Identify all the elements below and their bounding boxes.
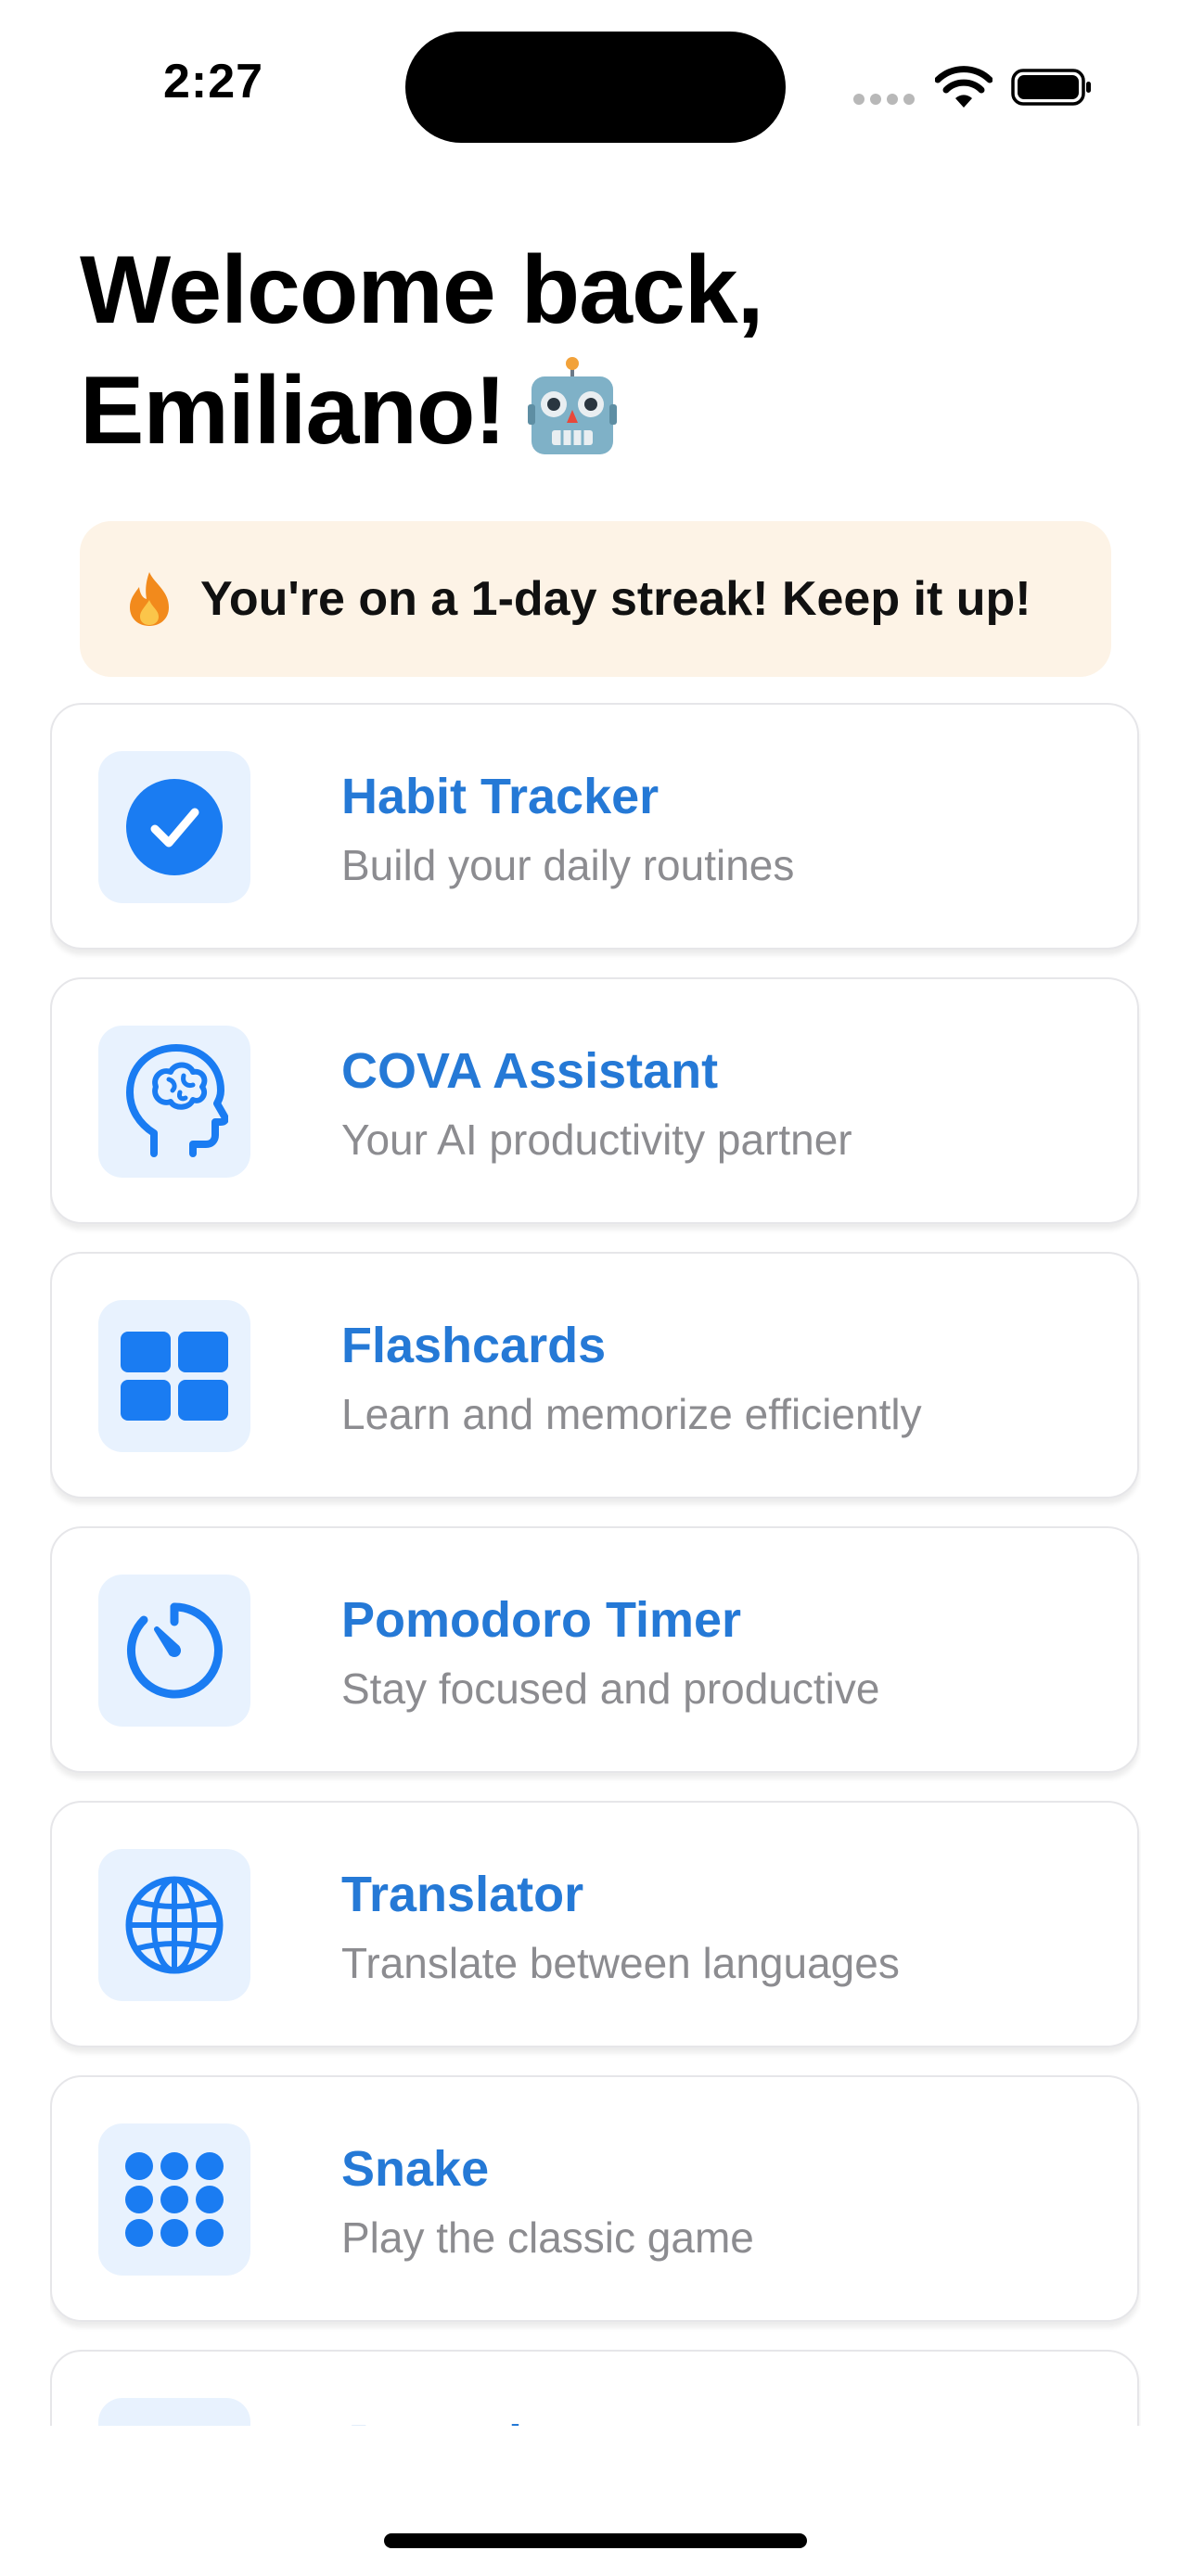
wifi-icon [935, 66, 992, 108]
dynamic-island [405, 32, 786, 143]
globe-icon [125, 1876, 224, 1974]
feature-subtitle: Play the classic game [341, 2213, 754, 2262]
feature-title: Snake [341, 2141, 490, 2197]
feature-icon-tile [98, 2123, 250, 2276]
feature-icon-tile [98, 1575, 250, 1727]
feature-card-pomodoro-timer[interactable]: Pomodoro Timer Stay focused and producti… [50, 1526, 1139, 1773]
feature-subtitle: Your AI productivity partner [341, 1116, 852, 1164]
feature-title: Journal [341, 2415, 522, 2426]
feature-subtitle: Learn and memorize efficiently [341, 1390, 922, 1438]
checkmark-circle-icon [126, 779, 223, 875]
robot-emoji-icon [526, 356, 619, 484]
greeting-line-2: Emiliano! [80, 351, 1100, 484]
greeting-line-1: Welcome back, [80, 236, 764, 344]
feature-subtitle: Translate between languages [341, 1939, 900, 1987]
feature-icon-tile [98, 2398, 250, 2426]
feature-title: Habit Tracker [341, 769, 660, 824]
feature-title: COVA Assistant [341, 1043, 719, 1099]
feature-card-translator[interactable]: Translator Translate between languages [50, 1801, 1139, 2047]
brain-head-icon [126, 1044, 228, 1157]
home-indicator[interactable] [384, 2533, 807, 2548]
feature-icon-tile [98, 751, 250, 903]
feature-card-snake[interactable]: Snake Play the classic game [50, 2075, 1139, 2322]
feature-title: Translator [341, 1867, 584, 1922]
cellular-signal-icon [853, 94, 915, 105]
status-time: 2:27 [163, 55, 264, 108]
feature-subtitle: Build your daily routines [341, 841, 795, 889]
feature-title: Pomodoro Timer [341, 1592, 742, 1648]
streak-text: You're on a 1-day streak! Keep it up! [200, 572, 1031, 626]
feature-card-cova-assistant[interactable]: COVA Assistant Your AI productivity part… [50, 977, 1139, 1224]
flame-icon [130, 572, 169, 626]
feature-subtitle: Stay focused and productive [341, 1664, 880, 1713]
user-name: Emiliano! [80, 357, 506, 465]
feature-list[interactable]: Habit Tracker Build your daily routines … [50, 703, 1141, 2426]
feature-title: Flashcards [341, 1318, 607, 1373]
feature-card-flashcards[interactable]: Flashcards Learn and memorize efficientl… [50, 1252, 1139, 1498]
timer-icon [127, 1602, 223, 1699]
feature-icon-tile [98, 1300, 250, 1452]
feature-icon-tile [98, 1849, 250, 2001]
dots-grid-icon [125, 2152, 224, 2247]
battery-icon [1011, 69, 1091, 106]
streak-banner: You're on a 1-day streak! Keep it up! [80, 521, 1111, 677]
grid-squares-icon [121, 1332, 228, 1421]
page-title: Welcome back, Emiliano! [80, 230, 1100, 484]
feature-icon-tile [98, 1026, 250, 1178]
feature-card-journal[interactable]: Journal [50, 2350, 1139, 2426]
feature-card-habit-tracker[interactable]: Habit Tracker Build your daily routines [50, 703, 1139, 950]
app-screen: 2:27 Welcome back, Emiliano! You're on a… [0, 0, 1191, 2576]
